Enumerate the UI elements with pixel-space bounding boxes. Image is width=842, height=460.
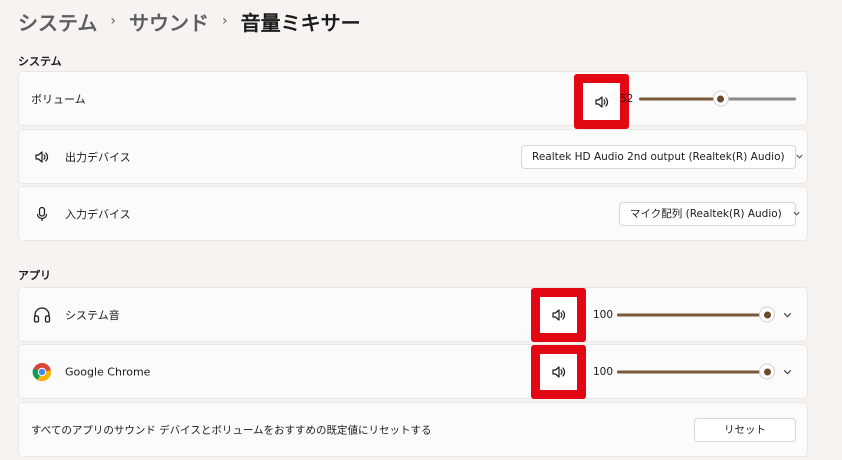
reset-card: すべてのアプリのサウンド デバイスとボリュームをおすすめの既定値にリセットする … — [18, 402, 808, 457]
slider-thumb[interactable] — [713, 91, 728, 106]
speaker-icon — [551, 366, 565, 378]
speaker-icon — [594, 95, 608, 108]
slider-thumb[interactable] — [760, 307, 774, 322]
volume-label: ボリューム — [31, 92, 86, 106]
app-card-system-sounds: システム音 100 — [18, 287, 808, 342]
speaker-icon — [31, 146, 53, 168]
chevron-down-icon — [792, 209, 801, 218]
page-title: 音量ミキサー — [240, 10, 361, 35]
breadcrumb-system[interactable]: システム — [18, 7, 97, 36]
breadcrumb-separator: › — [222, 13, 228, 29]
input-device-card: 入力デバイス マイク配列 (Realtek(R) Audio) — [18, 186, 808, 241]
reset-description: すべてのアプリのサウンド デバイスとボリュームをおすすめの既定値にリセットする — [31, 424, 432, 436]
output-device-label: 出力デバイス — [65, 150, 131, 164]
output-device-dropdown[interactable]: Realtek HD Audio 2nd output (Realtek(R) … — [521, 144, 803, 169]
section-title-system: システム — [18, 55, 62, 68]
chevron-down-icon[interactable] — [782, 366, 793, 377]
input-device-label: 入力デバイス — [65, 207, 131, 221]
volume-card: ボリューム 52 — [18, 71, 808, 129]
section-title-apps: アプリ — [18, 269, 51, 282]
volume-slider[interactable] — [639, 91, 796, 106]
app-volume-slider[interactable] — [617, 364, 774, 379]
reset-button[interactable]: リセット — [694, 417, 796, 442]
app-card-google-chrome: Google Chrome 100 — [18, 344, 808, 399]
breadcrumb: システム › サウンド › 音量ミキサー — [18, 6, 361, 36]
app-volume-value: 100 — [593, 308, 614, 321]
microphone-icon — [31, 203, 53, 225]
app-name: Google Chrome — [65, 365, 151, 378]
slider-thumb[interactable] — [760, 364, 774, 379]
app-name: システム音 — [65, 308, 120, 322]
output-device-card: 出力デバイス Realtek HD Audio 2nd output (Real… — [18, 129, 808, 184]
app-mute-button[interactable] — [531, 288, 586, 342]
breadcrumb-separator: › — [110, 13, 117, 29]
input-device-selected: マイク配列 (Realtek(R) Audio) — [630, 208, 782, 220]
chevron-down-icon — [795, 152, 804, 161]
output-device-selected: Realtek HD Audio 2nd output (Realtek(R) … — [532, 150, 785, 163]
input-device-dropdown[interactable]: マイク配列 (Realtek(R) Audio) — [619, 201, 800, 226]
speaker-icon — [551, 309, 565, 321]
chevron-down-icon[interactable] — [782, 309, 793, 320]
app-volume-slider[interactable] — [617, 307, 774, 322]
chrome-icon — [31, 361, 53, 383]
headphones-icon — [31, 304, 53, 326]
app-mute-button[interactable] — [531, 345, 586, 399]
app-volume-value: 100 — [593, 365, 614, 378]
breadcrumb-sound[interactable]: サウンド — [129, 7, 209, 36]
volume-value: 52 — [620, 92, 634, 105]
